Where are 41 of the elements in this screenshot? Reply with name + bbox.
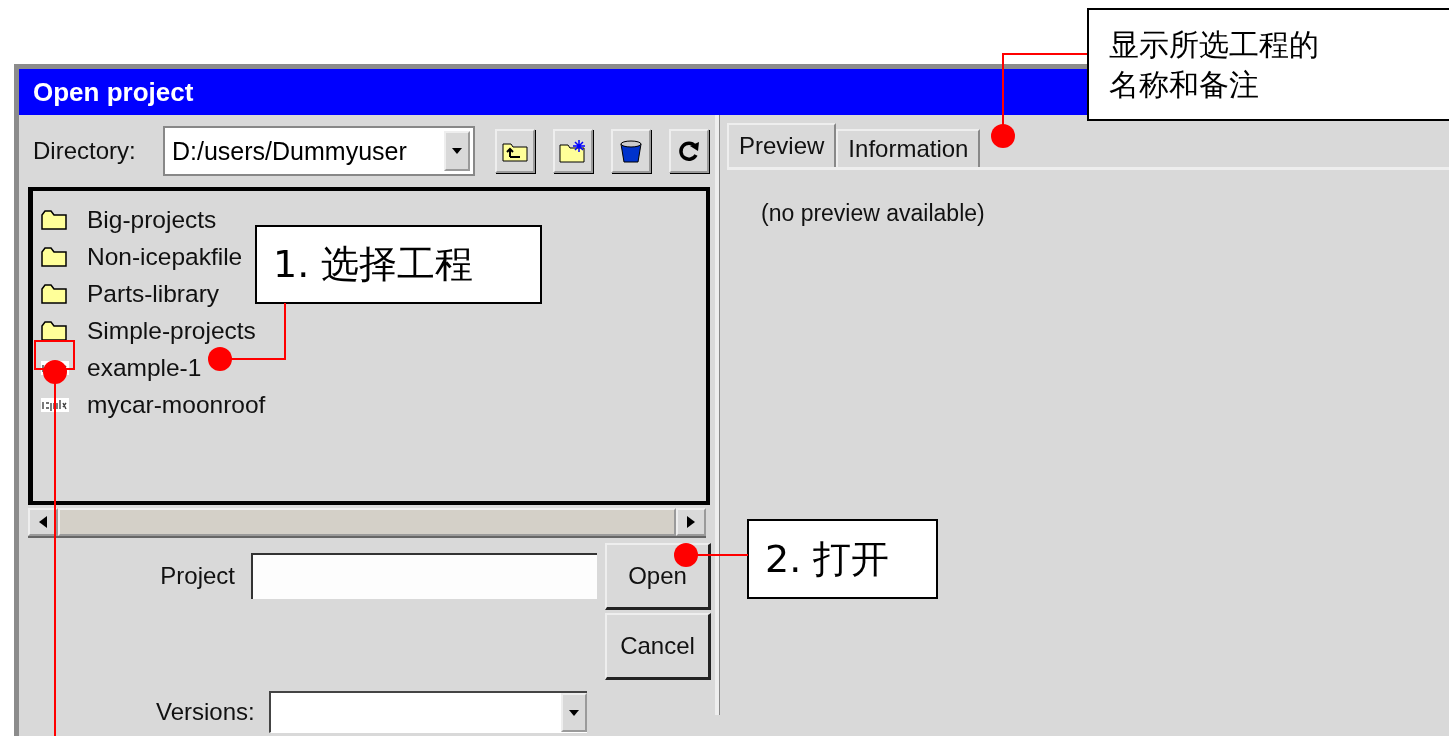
project-file-icon <box>41 397 69 412</box>
scroll-right-icon[interactable] <box>676 508 706 536</box>
callout-box: 显示所选工程的名称和备注 <box>1087 8 1449 121</box>
refresh-button[interactable] <box>669 129 709 173</box>
horizontal-scrollbar[interactable] <box>28 508 706 538</box>
marker-dot <box>674 543 698 567</box>
tab[interactable]: Information <box>836 129 981 167</box>
list-item[interactable]: Non-icepakfile <box>41 238 243 275</box>
folder-icon <box>41 246 67 267</box>
folder-icon <box>41 320 67 341</box>
folder-up-icon <box>502 140 528 162</box>
list-item[interactable]: mycar-moonroof <box>41 386 266 423</box>
callout-box: 1. 选择工程 <box>255 225 542 304</box>
dialog-button[interactable]: Cancel <box>605 613 711 680</box>
list-item[interactable]: Big-projects <box>41 201 217 238</box>
folder-icon <box>41 283 67 304</box>
window-title: Open project <box>33 76 194 108</box>
marker-dot <box>991 124 1015 148</box>
project-label: Project <box>160 562 235 590</box>
new-folder-button[interactable] <box>553 129 593 173</box>
highlight-frame <box>34 340 75 370</box>
tab[interactable]: Preview <box>727 123 837 167</box>
new-folder-icon <box>559 139 587 163</box>
list-item[interactable]: Simple-projects <box>41 312 256 349</box>
list-item[interactable]: Parts-library <box>41 275 220 312</box>
scroll-left-icon[interactable] <box>28 508 58 536</box>
callout-box: 2. 打开 <box>747 519 938 599</box>
marker-dot <box>43 360 67 384</box>
directory-dropdown[interactable]: D:/users/Dummyuser <box>163 126 475 176</box>
folder-up-button[interactable] <box>495 129 535 173</box>
marker-dot <box>208 347 232 371</box>
versions-label: Versions: <box>156 698 255 726</box>
project-input-field[interactable] <box>251 553 597 599</box>
trash-bin-icon <box>619 138 643 164</box>
refresh-icon <box>678 140 700 162</box>
versions-dropdown[interactable] <box>268 691 587 733</box>
folder-icon <box>41 209 67 230</box>
directory-label: Directory: <box>33 137 137 165</box>
trash-bin-button[interactable] <box>611 129 651 173</box>
dialog-button[interactable]: Open <box>605 543 711 610</box>
preview-message: (no preview available) <box>761 200 985 226</box>
